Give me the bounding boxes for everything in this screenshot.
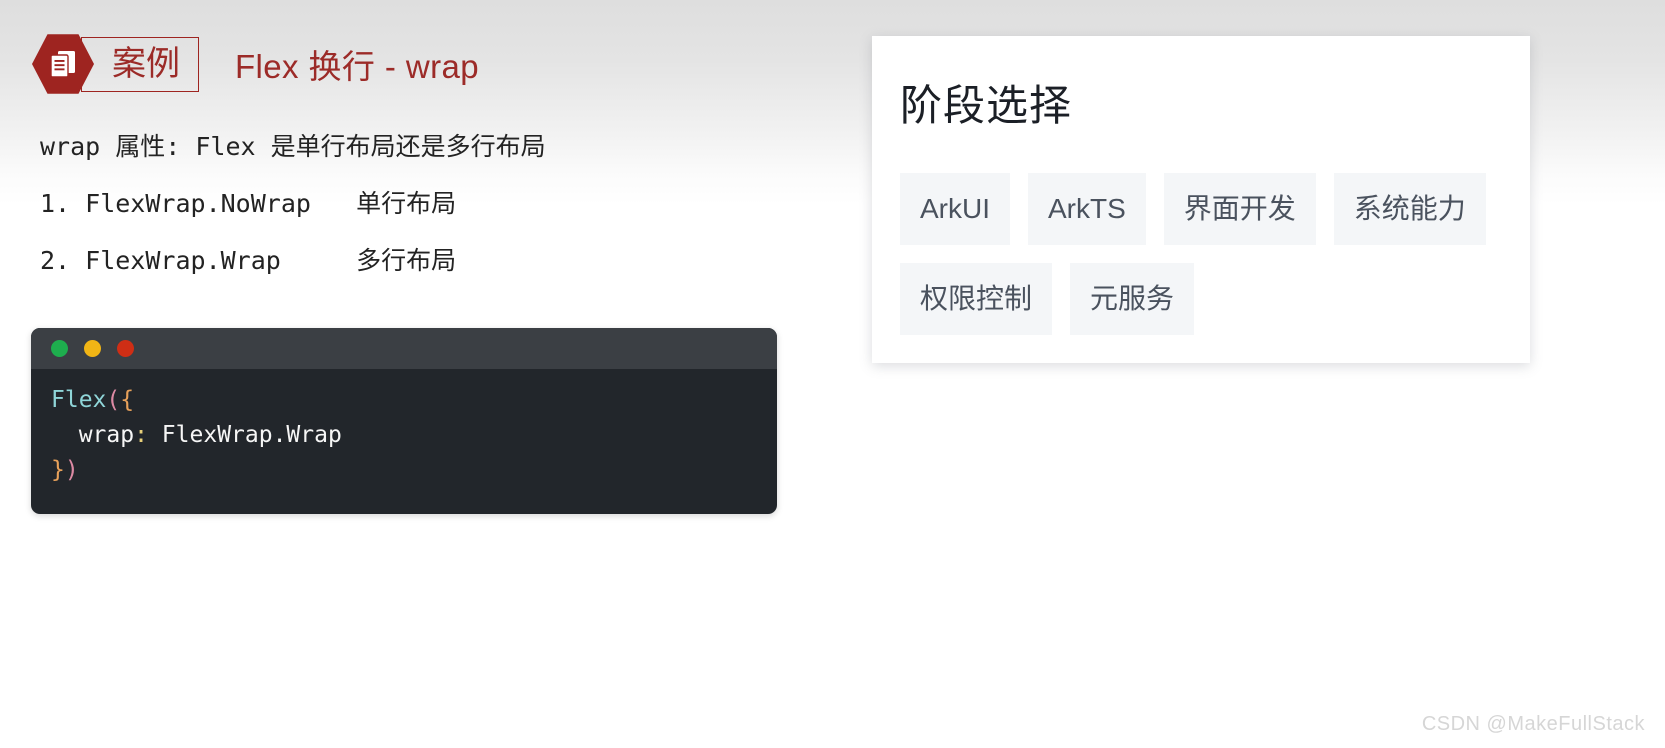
device-preview-panel: 阶段选择 ArkUI ArkTS 界面开发 系统能力 权限控制 元服务: [872, 36, 1530, 363]
chip-group: ArkUI ArkTS 界面开发 系统能力 权限控制 元服务: [882, 173, 1530, 353]
slide-header: 案例 Flex 换行 - wrap: [32, 33, 479, 95]
code-card-titlebar: [31, 328, 777, 369]
code-token-close-paren: ): [64, 457, 79, 483]
code-token-close-brace: }: [51, 457, 65, 483]
traffic-light-green-icon[interactable]: [51, 340, 68, 357]
chip-item[interactable]: 系统能力: [1333, 173, 1486, 245]
page-title: Flex 换行 - wrap: [235, 48, 479, 85]
document-list-icon: [48, 48, 78, 80]
code-token-open-brace: {: [120, 387, 135, 413]
code-token-indent: [51, 422, 79, 448]
slide-canvas: 案例 Flex 换行 - wrap wrap 属性: Flex 是单行布局还是多…: [0, 0, 1665, 748]
preview-heading: 阶段选择: [900, 82, 1073, 129]
chip-item[interactable]: 界面开发: [1163, 173, 1316, 245]
code-token-function: Flex: [51, 387, 107, 413]
code-text: Flex({ wrap: FlexWrap.Wrap }): [31, 369, 777, 488]
code-token-open-paren: (: [106, 387, 121, 413]
traffic-light-yellow-icon[interactable]: [84, 340, 101, 357]
chip-item[interactable]: 权限控制: [900, 263, 1053, 335]
chip-item[interactable]: ArkTS: [1028, 173, 1146, 245]
case-badge: 案例: [32, 33, 199, 95]
watermark-text: CSDN @MakeFullStack: [1421, 713, 1645, 735]
description-text-block: wrap 属性: Flex 是单行布局还是多行布局 1. FlexWrap.No…: [40, 118, 800, 289]
case-badge-label: 案例: [81, 36, 199, 92]
code-token-property-value: FlexWrap.Wrap: [147, 422, 342, 448]
left-content-column: 案例 Flex 换行 - wrap wrap 属性: Flex 是单行布局还是多…: [0, 0, 840, 748]
chip-item[interactable]: 元服务: [1070, 263, 1195, 335]
description-line: 1. FlexWrap.NoWrap 单行布局: [40, 189, 457, 218]
code-snippet-card: Flex({ wrap: FlexWrap.Wrap }): [31, 328, 777, 514]
chip-item[interactable]: ArkUI: [900, 173, 1010, 245]
traffic-light-red-icon[interactable]: [117, 340, 134, 357]
description-line: 2. FlexWrap.Wrap 多行布局: [40, 246, 457, 275]
description-line: wrap 属性: Flex 是单行布局还是多行布局: [40, 132, 546, 161]
code-token-colon: :: [134, 422, 148, 448]
code-token-property-key: wrap: [78, 422, 135, 448]
